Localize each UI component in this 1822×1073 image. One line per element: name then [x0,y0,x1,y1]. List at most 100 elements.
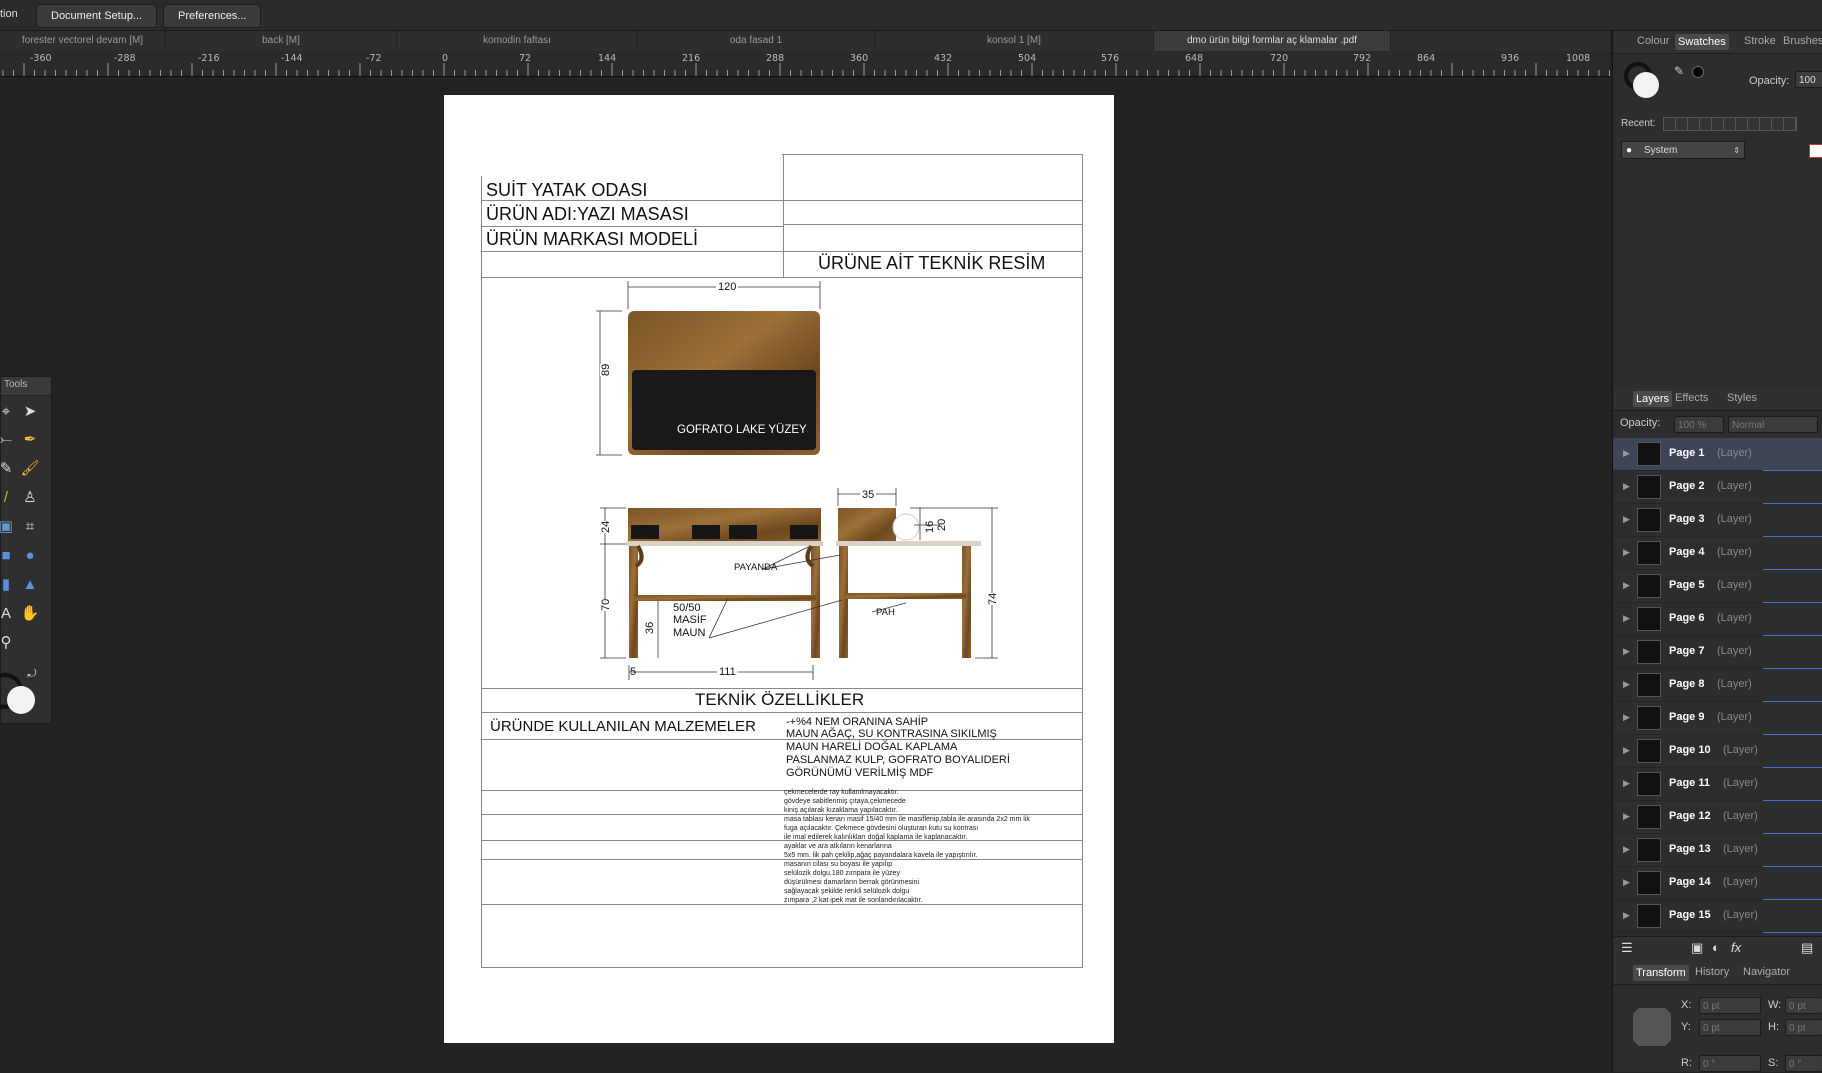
eyedropper-icon[interactable]: ✎ [1674,64,1684,78]
expand-arrow-icon[interactable]: ▶ [1623,844,1630,855]
fill-tool-icon[interactable]: / [0,487,17,509]
tab-layers[interactable]: Layers [1633,391,1673,407]
text-tool-icon[interactable]: A [0,603,17,625]
expand-arrow-icon[interactable]: ▶ [1623,910,1630,921]
layer-row[interactable]: ▶ Page 11 (Layer) [1613,768,1822,801]
chevron-updown-icon: ⇕ [1733,146,1740,155]
tab-transform[interactable]: Transform [1633,965,1689,981]
tab-komodin[interactable]: komodin faftası [397,31,638,51]
ruler-label: 432 [934,53,953,64]
preferences-button[interactable]: Preferences... [163,4,262,28]
opacity-field[interactable]: 100 [1795,71,1822,88]
layer-row[interactable]: ▶ Page 1 (Layer) [1613,438,1822,471]
black-swatch-icon[interactable] [1692,66,1704,78]
layers-stack-icon[interactable]: ☰ [1621,940,1633,956]
expand-arrow-icon[interactable]: ▶ [1623,778,1630,789]
layer-row[interactable]: ▶ Page 13 (Layer) [1613,834,1822,867]
layer-row[interactable]: ▶ Page 7 (Layer) [1613,636,1822,669]
layer-row[interactable]: ▶ Page 2 (Layer) [1613,471,1822,504]
pen-tool-icon[interactable]: ✒ [19,429,41,451]
place-image-icon[interactable]: ▣ [0,516,17,538]
note-line: gövdeye sabitlenmiş çıtaya,çekmecede [784,798,906,805]
dim-16: 16 [924,520,936,533]
expand-arrow-icon[interactable]: ▶ [1623,679,1630,690]
persona-label[interactable]: tion [0,8,18,20]
document-setup-button[interactable]: Document Setup... [36,4,158,28]
layer-row[interactable]: ▶ Page 8 (Layer) [1613,669,1822,702]
expand-arrow-icon[interactable]: ▶ [1623,811,1630,822]
none-swatch-icon[interactable] [1809,144,1822,158]
x-field[interactable]: 0 pt [1699,997,1761,1014]
expand-arrow-icon[interactable]: ▶ [1623,481,1630,492]
adjustment-icon[interactable]: ◐ [1712,940,1720,955]
move-tool-icon[interactable]: ➤ [19,401,41,423]
rectangle-tool-icon[interactable]: ■ [0,545,17,567]
expand-arrow-icon[interactable]: ▶ [1623,712,1630,723]
fill-color-icon[interactable] [7,686,35,714]
tab-colour[interactable]: Colour [1637,35,1669,47]
hand-tool-icon[interactable]: ✋ [19,603,41,625]
layer-row[interactable]: ▶ Page 3 (Layer) [1613,504,1822,537]
document-tabs: forester vectorel devam [M] back [M] kom… [0,31,1610,51]
tools-panel: Tools ⌖ ➤ ⤚ ✒ ✎ 🖌 / ♙ ▣ ⌗ ■ ● ▮ ▲ A ✋ ⚲ … [0,376,52,724]
fill-swatch-icon[interactable] [1633,72,1659,98]
tab-stroke[interactable]: Stroke [1744,35,1776,47]
layer-row[interactable]: ▶ Page 15 (Layer) [1613,900,1822,933]
layer-row[interactable]: ▶ Page 4 (Layer) [1613,537,1822,570]
tab-styles[interactable]: Styles [1727,392,1757,404]
fx-icon[interactable]: fx [1731,940,1741,955]
node-tool-icon[interactable]: ⌖ [0,401,17,423]
w-field[interactable]: 0 pt [1785,997,1822,1014]
expand-arrow-icon[interactable]: ▶ [1623,646,1630,657]
triangle-tool-icon[interactable]: ▲ [19,574,41,596]
tab-forester[interactable]: forester vectorel devam [M] [0,31,166,51]
layer-row[interactable]: ▶ Page 14 (Layer) [1613,867,1822,900]
anchor-selector-icon[interactable] [1633,1008,1671,1046]
brush-tool-icon[interactable]: 🖌 [19,458,41,480]
tab-effects[interactable]: Effects [1675,392,1708,404]
rounded-rect-icon[interactable]: ▮ [0,574,17,596]
shear-field[interactable]: 0 ° [1785,1055,1822,1072]
layer-row[interactable]: ▶ Page 6 (Layer) [1613,603,1822,636]
add-layer-icon[interactable]: ▤ [1801,940,1813,956]
layer-row[interactable]: ▶ Page 9 (Layer) [1613,702,1822,735]
ruler-label: 144 [598,53,617,64]
tab-history[interactable]: History [1695,966,1729,978]
y-field[interactable]: 0 pt [1699,1019,1761,1036]
layer-name: Page 7 [1669,645,1705,657]
tab-konsol[interactable]: konsol 1 [M] [875,31,1154,51]
h-field[interactable]: 0 pt [1785,1019,1822,1036]
tab-dmo-pdf[interactable]: dmo ürün bilgi formlar aç klamalar .pdf [1154,31,1391,51]
expand-arrow-icon[interactable]: ▶ [1623,745,1630,756]
expand-arrow-icon[interactable]: ▶ [1623,547,1630,558]
pah-label: PAH [876,607,895,618]
pencil-tool-icon[interactable]: ✎ [0,458,17,480]
expand-arrow-icon[interactable]: ▶ [1623,613,1630,624]
transparency-tool-icon[interactable]: ♙ [19,487,41,509]
zoom-tool-icon[interactable]: ⚲ [0,632,17,654]
tab-swatches[interactable]: Swatches [1675,34,1729,50]
palette-dropdown[interactable]: System ● ⇕ [1621,141,1745,159]
layer-opacity-field[interactable]: 100 % [1674,416,1724,433]
point-transform-icon[interactable]: ⤚ [0,429,17,451]
tab-oda-fasad[interactable]: oda fasad 1 [638,31,875,51]
rotation-field[interactable]: 0 ° [1699,1055,1761,1072]
recent-swatches[interactable] [1663,117,1797,131]
horizontal-ruler[interactable]: -360 -288 -216 -144 -72 0 72 144 216 288… [0,51,1610,77]
ellipse-tool-icon[interactable]: ● [19,545,41,567]
swap-colors-icon[interactable]: ⤾ [21,663,43,685]
layer-row[interactable]: ▶ Page 12 (Layer) [1613,801,1822,834]
expand-arrow-icon[interactable]: ▶ [1623,448,1630,459]
mask-icon[interactable]: ▣ [1691,940,1703,956]
tab-brushes[interactable]: Brushes [1783,35,1822,47]
expand-arrow-icon[interactable]: ▶ [1623,514,1630,525]
blend-mode-dropdown[interactable]: Normal [1728,416,1818,433]
layer-row[interactable]: ▶ Page 5 (Layer) [1613,570,1822,603]
crop-tool-icon[interactable]: ⌗ [19,516,41,538]
expand-arrow-icon[interactable]: ▶ [1623,580,1630,591]
material-line: PASLANMAZ KULP, GOFRATO BOYALIDERİ [786,754,1010,766]
tab-back[interactable]: back [M] [166,31,397,51]
layer-row[interactable]: ▶ Page 10 (Layer) [1613,735,1822,768]
expand-arrow-icon[interactable]: ▶ [1623,877,1630,888]
tab-navigator[interactable]: Navigator [1743,966,1790,978]
